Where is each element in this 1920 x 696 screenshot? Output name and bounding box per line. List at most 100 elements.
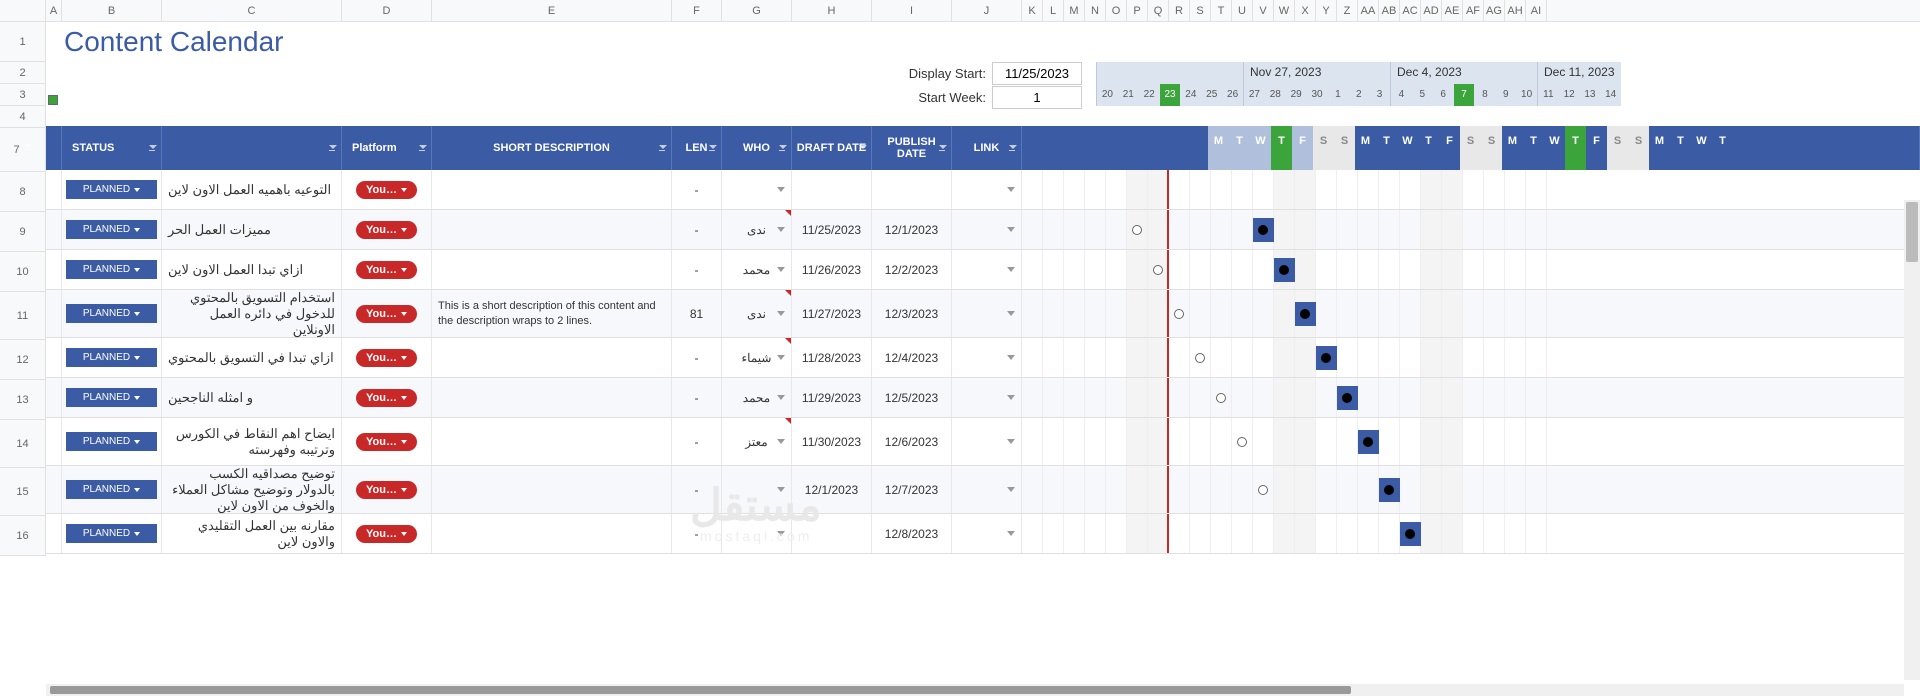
row-header-2[interactable]: 2 [0, 62, 46, 84]
desc-cell[interactable] [432, 210, 672, 249]
filter-icon[interactable] [149, 145, 157, 151]
publish-date-cell[interactable]: 12/1/2023 [872, 210, 952, 249]
publish-date-cell[interactable]: 12/8/2023 [872, 514, 952, 553]
title-cell[interactable]: ازاي تبدا العمل الاون لاين [162, 250, 342, 289]
publish-date-cell[interactable]: 12/3/2023 [872, 290, 952, 337]
status-pill[interactable]: PLANNED [66, 304, 157, 323]
platform-cell[interactable]: You… [342, 466, 432, 513]
len-cell[interactable]: - [672, 250, 722, 289]
dropdown-icon[interactable] [777, 227, 785, 232]
publish-date-cell[interactable]: 12/5/2023 [872, 378, 952, 417]
row-filter-icon[interactable] [24, 144, 32, 150]
who-cell[interactable]: معتز [722, 418, 792, 465]
platform-cell[interactable]: You… [342, 418, 432, 465]
platform-pill[interactable]: You… [356, 221, 417, 239]
desc-cell[interactable] [432, 466, 672, 513]
link-cell[interactable] [952, 514, 1022, 553]
platform-pill[interactable]: You… [356, 261, 417, 279]
row-header-16[interactable]: 16 [0, 516, 46, 556]
dropdown-icon[interactable] [1007, 395, 1015, 400]
note-indicator-icon[interactable] [785, 418, 791, 424]
desc-cell[interactable] [432, 250, 672, 289]
dropdown-icon[interactable] [1007, 531, 1015, 536]
dropdown-icon[interactable] [777, 439, 785, 444]
desc-cell[interactable] [432, 170, 672, 209]
status-pill[interactable]: PLANNED [66, 480, 157, 499]
filter-icon[interactable] [939, 145, 947, 151]
len-cell[interactable]: - [672, 170, 722, 209]
title-cell[interactable]: مقارنه بين العمل التقليدي والاون لاين [162, 514, 342, 553]
len-cell[interactable]: - [672, 378, 722, 417]
display-start-input[interactable] [992, 62, 1082, 85]
col-header-AC[interactable]: AC [1400, 0, 1421, 21]
publish-date-cell[interactable]: 12/2/2023 [872, 250, 952, 289]
scroll-thumb-v[interactable] [1906, 202, 1918, 262]
status-cell[interactable]: PLANNED [62, 170, 162, 209]
status-pill[interactable]: PLANNED [66, 348, 157, 367]
col-header-P[interactable]: P [1127, 0, 1148, 21]
publish-date-cell[interactable] [872, 170, 952, 209]
header-who[interactable]: WHO [722, 126, 792, 170]
col-header-M[interactable]: M [1064, 0, 1085, 21]
status-cell[interactable]: PLANNED [62, 514, 162, 553]
status-cell[interactable]: PLANNED [62, 250, 162, 289]
header-short-desc[interactable]: SHORT DESCRIPTION [432, 126, 672, 170]
status-cell[interactable]: PLANNED [62, 466, 162, 513]
row-header-15[interactable]: 15 [0, 468, 46, 516]
who-cell[interactable]: ندى [722, 290, 792, 337]
status-cell[interactable]: PLANNED [62, 378, 162, 417]
who-cell[interactable] [722, 466, 792, 513]
status-pill[interactable]: PLANNED [66, 388, 157, 407]
title-cell[interactable]: مميزات العمل الحر [162, 210, 342, 249]
platform-pill[interactable]: You… [356, 389, 417, 407]
row-header-3[interactable]: 3 [0, 84, 46, 106]
dropdown-icon[interactable] [1007, 311, 1015, 316]
start-week-input[interactable] [992, 86, 1082, 109]
status-pill[interactable]: PLANNED [66, 220, 157, 239]
status-cell[interactable]: PLANNED [62, 210, 162, 249]
filter-icon[interactable] [1009, 145, 1017, 151]
filter-icon[interactable] [779, 145, 787, 151]
col-header-E[interactable]: E [432, 0, 672, 21]
who-cell[interactable]: محمد [722, 250, 792, 289]
col-header-L[interactable]: L [1043, 0, 1064, 21]
desc-cell[interactable] [432, 338, 672, 377]
status-pill[interactable]: PLANNED [66, 524, 157, 543]
col-header-T[interactable]: T [1211, 0, 1232, 21]
publish-date-cell[interactable]: 12/7/2023 [872, 466, 952, 513]
filter-icon[interactable] [659, 145, 667, 151]
status-cell[interactable]: PLANNED [62, 418, 162, 465]
note-indicator-icon[interactable] [785, 210, 791, 216]
publish-date-cell[interactable]: 12/6/2023 [872, 418, 952, 465]
row-header-4[interactable]: 4 [0, 106, 46, 128]
col-header-AH[interactable]: AH [1505, 0, 1526, 21]
col-header-R[interactable]: R [1169, 0, 1190, 21]
len-cell[interactable]: - [672, 338, 722, 377]
dropdown-icon[interactable] [777, 267, 785, 272]
dropdown-icon[interactable] [777, 311, 785, 316]
col-header-AG[interactable]: AG [1484, 0, 1505, 21]
col-header-C[interactable]: C [162, 0, 342, 21]
status-pill[interactable]: PLANNED [66, 260, 157, 279]
link-cell[interactable] [952, 210, 1022, 249]
desc-cell[interactable] [432, 378, 672, 417]
link-cell[interactable] [952, 338, 1022, 377]
dropdown-icon[interactable] [1007, 187, 1015, 192]
dropdown-icon[interactable] [1007, 487, 1015, 492]
dropdown-icon[interactable] [1007, 267, 1015, 272]
platform-pill[interactable]: You… [356, 305, 417, 323]
col-header-AB[interactable]: AB [1379, 0, 1400, 21]
title-cell[interactable]: و امثله الناجحين [162, 378, 342, 417]
link-cell[interactable] [952, 290, 1022, 337]
draft-date-cell[interactable]: 11/29/2023 [792, 378, 872, 417]
dropdown-icon[interactable] [777, 355, 785, 360]
platform-cell[interactable]: You… [342, 210, 432, 249]
col-header-AE[interactable]: AE [1442, 0, 1463, 21]
filter-icon[interactable] [859, 145, 867, 151]
col-header-K[interactable]: K [1022, 0, 1043, 21]
desc-cell[interactable]: This is a short description of this cont… [432, 290, 672, 337]
col-header-B[interactable]: B [62, 0, 162, 21]
col-header-AF[interactable]: AF [1463, 0, 1484, 21]
row-header-12[interactable]: 12 [0, 340, 46, 380]
col-header-N[interactable]: N [1085, 0, 1106, 21]
